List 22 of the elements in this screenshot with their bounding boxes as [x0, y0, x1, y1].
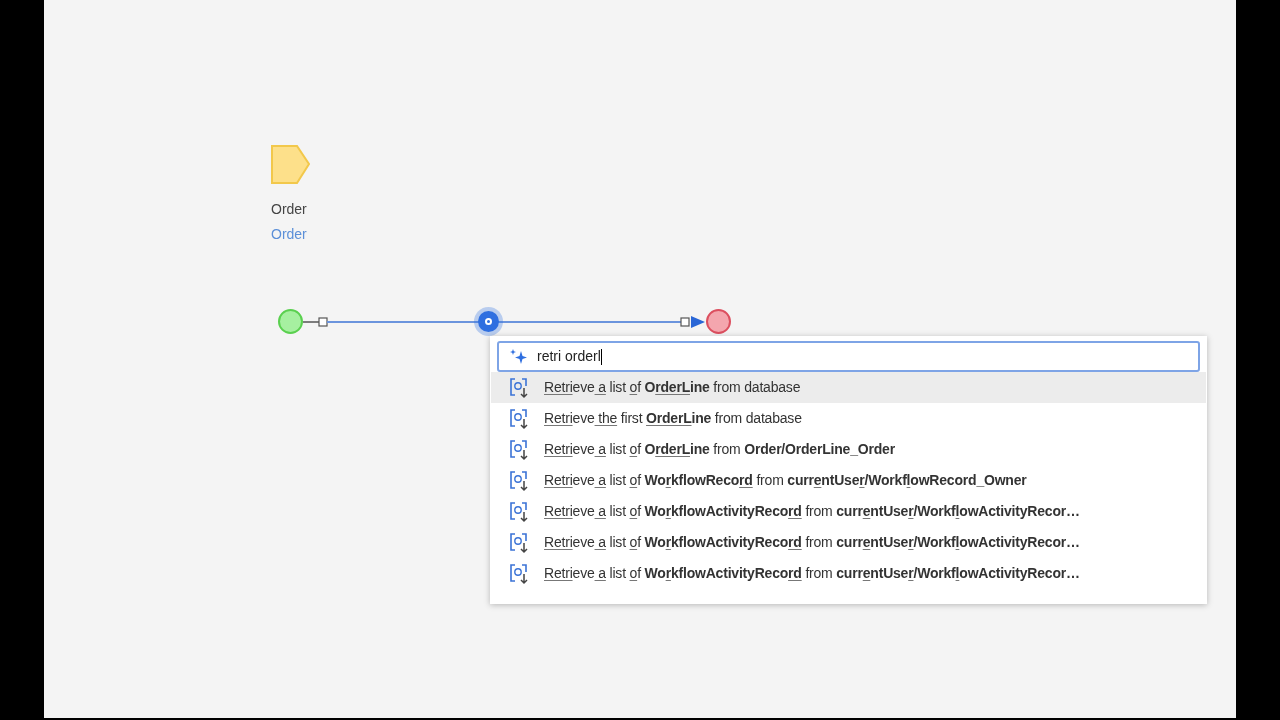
database-retrieve-icon	[508, 469, 530, 492]
start-event[interactable]	[278, 309, 303, 334]
database-retrieve-icon	[508, 531, 530, 554]
suggestion-text: Retrieve a list of WorkflowActivityRecord from currentUser/WorkflowActivityRecor…	[544, 564, 1080, 583]
suggestion-text: Retrieve a list of OrderLine from database	[544, 378, 801, 397]
database-retrieve-icon	[508, 438, 530, 461]
database-retrieve-icon	[508, 407, 530, 430]
suggestion-text: Retrieve a list of WorkflowActivityRecord from currentUser/WorkflowActivityRecor…	[544, 533, 1080, 552]
search-field[interactable]: retri orderl	[497, 341, 1200, 372]
database-retrieve-icon	[508, 376, 530, 399]
database-retrieve-icon	[508, 562, 530, 585]
parameter-name: Order	[271, 200, 307, 219]
end-event[interactable]	[706, 309, 731, 334]
suggestion-text: Retrieve a list of OrderLine from Order/OrderLine_Order	[544, 440, 895, 459]
suggestion-item[interactable]: Retrieve a list of OrderLine from database	[491, 372, 1206, 403]
sparkle-icon	[509, 348, 528, 365]
suggestion-text: Retrieve the first OrderLine from database	[544, 409, 802, 428]
parameter-type: Order	[271, 225, 307, 244]
insert-point[interactable]	[478, 311, 499, 332]
suggestion-text: Retrieve a list of WorkflowRecord from currentUser/WorkflowRecord_Owner	[544, 471, 1027, 490]
database-retrieve-icon	[508, 500, 530, 523]
suggestion-text: Retrieve a list of WorkflowActivityRecord from currentUser/WorkflowActivityRecor…	[544, 502, 1080, 521]
